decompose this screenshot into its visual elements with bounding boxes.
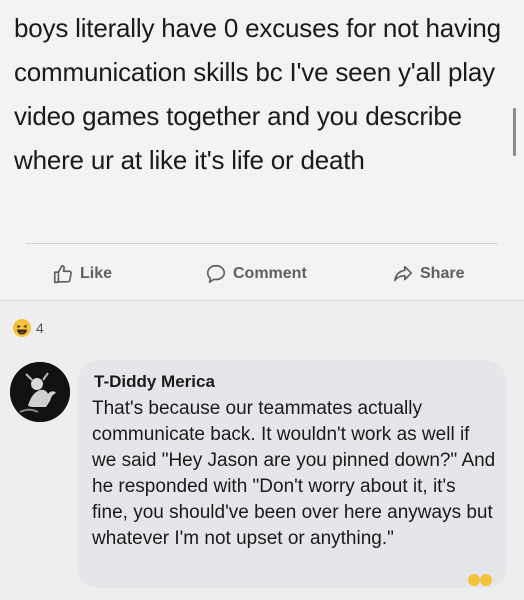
divider xyxy=(0,300,524,301)
haha-emoji-icon xyxy=(13,319,31,337)
post-card: boys literally have 0 excuses for not ha… xyxy=(0,0,524,300)
comment-label: Comment xyxy=(233,265,307,282)
avatar[interactable] xyxy=(10,362,70,422)
comment-author[interactable]: T-Diddy Merica xyxy=(94,372,215,392)
comment-bubble: T-Diddy Merica That's because our teamma… xyxy=(78,360,506,588)
share-arrow-icon xyxy=(393,265,413,282)
reaction-summary[interactable]: 4 xyxy=(12,318,44,338)
post-actions: Like Comment Share xyxy=(0,256,524,292)
avatar-image xyxy=(10,362,70,422)
reaction-count: 4 xyxy=(36,320,44,336)
thumbs-up-icon xyxy=(53,264,72,284)
post-text: boys literally have 0 excuses for not ha… xyxy=(14,13,501,175)
comment-button[interactable]: Comment xyxy=(205,256,307,292)
scrollbar[interactable] xyxy=(513,108,516,156)
share-button[interactable]: Share xyxy=(392,256,464,292)
divider xyxy=(26,243,498,244)
like-button[interactable]: Like xyxy=(52,256,112,292)
share-label: Share xyxy=(420,265,465,282)
comment-bubble-icon xyxy=(206,264,226,284)
comment-text: That's because our teammates actually co… xyxy=(92,398,496,549)
like-label: Like xyxy=(80,265,113,282)
reaction-emoji-icon xyxy=(468,574,492,586)
